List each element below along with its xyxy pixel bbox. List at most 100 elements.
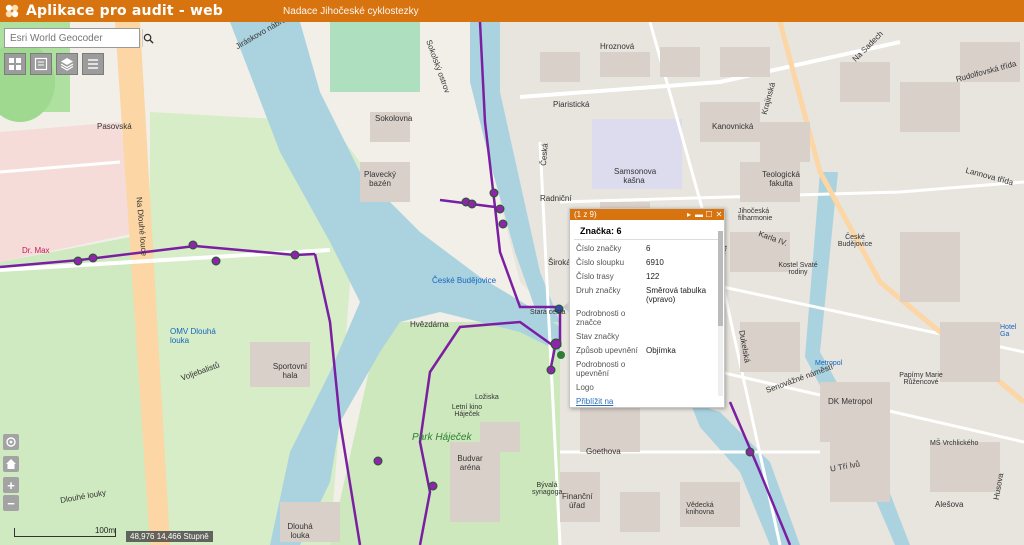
map-label: Teologická fakulta bbox=[762, 170, 800, 188]
popup-title: Značka: 6 bbox=[574, 220, 720, 240]
popup-scrollbar[interactable] bbox=[718, 231, 723, 396]
legend-button[interactable] bbox=[30, 53, 52, 75]
map-label: Radniční bbox=[540, 194, 572, 203]
app-header: Aplikace pro audit - web Nadace Jihočesk… bbox=[0, 0, 1024, 22]
home-icon bbox=[3, 456, 19, 472]
popup-header: (1 z 9) ▸ ▬ ☐ ✕ bbox=[570, 209, 724, 220]
attribute-row: Číslo značky 6 bbox=[576, 244, 718, 253]
attribute-row: Druh značky Směrová tabulka (vpravo) bbox=[576, 286, 718, 304]
attribute-value: 6 bbox=[646, 244, 651, 253]
map-label: Kanovnická bbox=[712, 122, 754, 131]
map-label: Metropol bbox=[815, 360, 843, 367]
app-subtitle: Nadace Jihočeské cyklostezky bbox=[283, 5, 419, 17]
map-label: OMV Dlouhá louka bbox=[170, 327, 216, 345]
next-feature-icon[interactable]: ▸ bbox=[684, 210, 694, 219]
map-label: Jihočeská filharmonie bbox=[738, 208, 773, 222]
map-label: Goethova bbox=[586, 447, 621, 456]
scale-label: 100m bbox=[94, 526, 115, 535]
locate-icon bbox=[3, 434, 19, 450]
map-label: Pasovská bbox=[97, 122, 132, 131]
plus-icon: + bbox=[3, 477, 19, 493]
map-label: Finanční úřad bbox=[562, 492, 593, 510]
attribute-row: Způsob upevnění Objímka bbox=[576, 346, 718, 355]
attribute-key: Stav značky bbox=[576, 332, 620, 341]
map-label: Ložiska bbox=[475, 394, 499, 401]
attribute-key: Podrobnosti o upevnění bbox=[576, 360, 626, 378]
attribute-value: Objímka bbox=[646, 346, 676, 355]
scale-bar: 100m bbox=[14, 526, 116, 537]
map-label: Kostel Svaté rodiny bbox=[778, 262, 818, 276]
popup-pager: (1 z 9) bbox=[574, 210, 597, 219]
locate-button[interactable] bbox=[3, 434, 19, 450]
map-label: Sokolovna bbox=[375, 114, 413, 123]
attribute-row: Stav značky bbox=[576, 332, 718, 341]
search-icon bbox=[143, 33, 154, 44]
attribute-key: Logo bbox=[576, 383, 594, 392]
attribute-key: Způsob upevnění bbox=[576, 346, 638, 355]
map-label: Stará cesta bbox=[530, 309, 566, 316]
map-label: DK Metropol bbox=[828, 397, 873, 406]
zoom-to-link[interactable]: Přiblížit na bbox=[576, 397, 613, 406]
close-icon[interactable]: ✕ bbox=[714, 210, 724, 219]
map-toolbar bbox=[4, 53, 104, 75]
search-input[interactable] bbox=[5, 29, 142, 47]
attribute-row: Číslo trasy 122 bbox=[576, 272, 718, 281]
map-view[interactable]: Jiráskovo nábřeží Sokolský ostrov Sokolo… bbox=[0, 22, 1024, 545]
map-label: Piaristická bbox=[553, 100, 590, 109]
geocoder-search bbox=[4, 28, 154, 48]
maximize-icon[interactable]: ☐ bbox=[704, 210, 714, 219]
attribute-key: Číslo značky bbox=[576, 244, 622, 253]
scrollbar-thumb[interactable] bbox=[718, 231, 723, 326]
coordinate-readout: 48,976 14,466 Stupně bbox=[126, 531, 213, 542]
zoom-out-button[interactable]: − bbox=[3, 495, 19, 511]
feature-popup: (1 z 9) ▸ ▬ ☐ ✕ Značka: 6 Číslo značky 6 Č… bbox=[563, 208, 725, 408]
map-label: Dr. Max bbox=[22, 246, 50, 255]
minimize-icon[interactable]: ▬ bbox=[694, 210, 704, 219]
search-button[interactable] bbox=[142, 29, 154, 47]
popup-pointer bbox=[563, 301, 570, 313]
map-label: Hvězdárna bbox=[410, 320, 449, 329]
map-label: České Budějovice bbox=[432, 276, 497, 285]
list-icon bbox=[88, 59, 98, 69]
attribute-row: Podrobnosti o značce bbox=[576, 309, 718, 327]
legend-icon bbox=[34, 57, 48, 71]
layers-icon bbox=[60, 58, 74, 71]
app-logo-icon bbox=[5, 4, 19, 18]
map-label: Budvar aréna bbox=[457, 454, 483, 472]
app-title: Aplikace pro audit - web bbox=[26, 3, 224, 19]
map-label: Hotel Ga bbox=[1000, 324, 1017, 338]
map-label: Dlouhá louka bbox=[287, 522, 313, 540]
map-label: Alešova bbox=[935, 500, 964, 509]
attribute-value: 122 bbox=[646, 272, 660, 281]
zoom-in-button[interactable]: + bbox=[3, 477, 19, 493]
attribute-key: Číslo sloupku bbox=[576, 258, 625, 267]
map-label: Široká bbox=[548, 258, 571, 267]
map-label: MŠ Vrchlického bbox=[930, 440, 979, 447]
minus-icon: − bbox=[3, 495, 19, 511]
attribute-key: Číslo trasy bbox=[576, 272, 614, 281]
basemap-gallery-button[interactable] bbox=[4, 53, 26, 75]
map-label: České Budějovice bbox=[837, 234, 873, 248]
map-label: Sportovní hala bbox=[272, 362, 308, 380]
map-label: Park Háječek bbox=[412, 432, 472, 443]
attribute-key: Druh značky bbox=[576, 286, 621, 295]
attribute-key: Podrobnosti o značce bbox=[576, 309, 626, 327]
map-label: Letní kino Háječek bbox=[451, 404, 483, 418]
list-button[interactable] bbox=[82, 53, 104, 75]
attribute-row: Číslo sloupku 6910 bbox=[576, 258, 718, 267]
map-label: Papírny Marie Růžencové bbox=[899, 372, 943, 386]
map-label: Vědecká knihovna bbox=[685, 502, 715, 516]
attribute-row: Logo bbox=[576, 383, 718, 392]
map-label: Bývalá synagoga bbox=[532, 482, 563, 496]
layers-button[interactable] bbox=[56, 53, 78, 75]
map-label: Plavecký bazén bbox=[363, 170, 396, 188]
map-label: Samsonova kašna bbox=[614, 167, 657, 185]
home-button[interactable] bbox=[3, 456, 19, 472]
attribute-value: 6910 bbox=[646, 258, 664, 267]
map-label: Hroznová bbox=[600, 42, 635, 51]
popup-attributes: Číslo značky 6 Číslo sloupku 6910 Číslo tras… bbox=[570, 240, 724, 395]
attribute-row: Podrobnosti o upevnění bbox=[576, 360, 718, 378]
attribute-value: Směrová tabulka (vpravo) bbox=[646, 286, 707, 304]
basemap bbox=[0, 22, 1024, 545]
basemap-gallery-icon bbox=[9, 58, 21, 70]
